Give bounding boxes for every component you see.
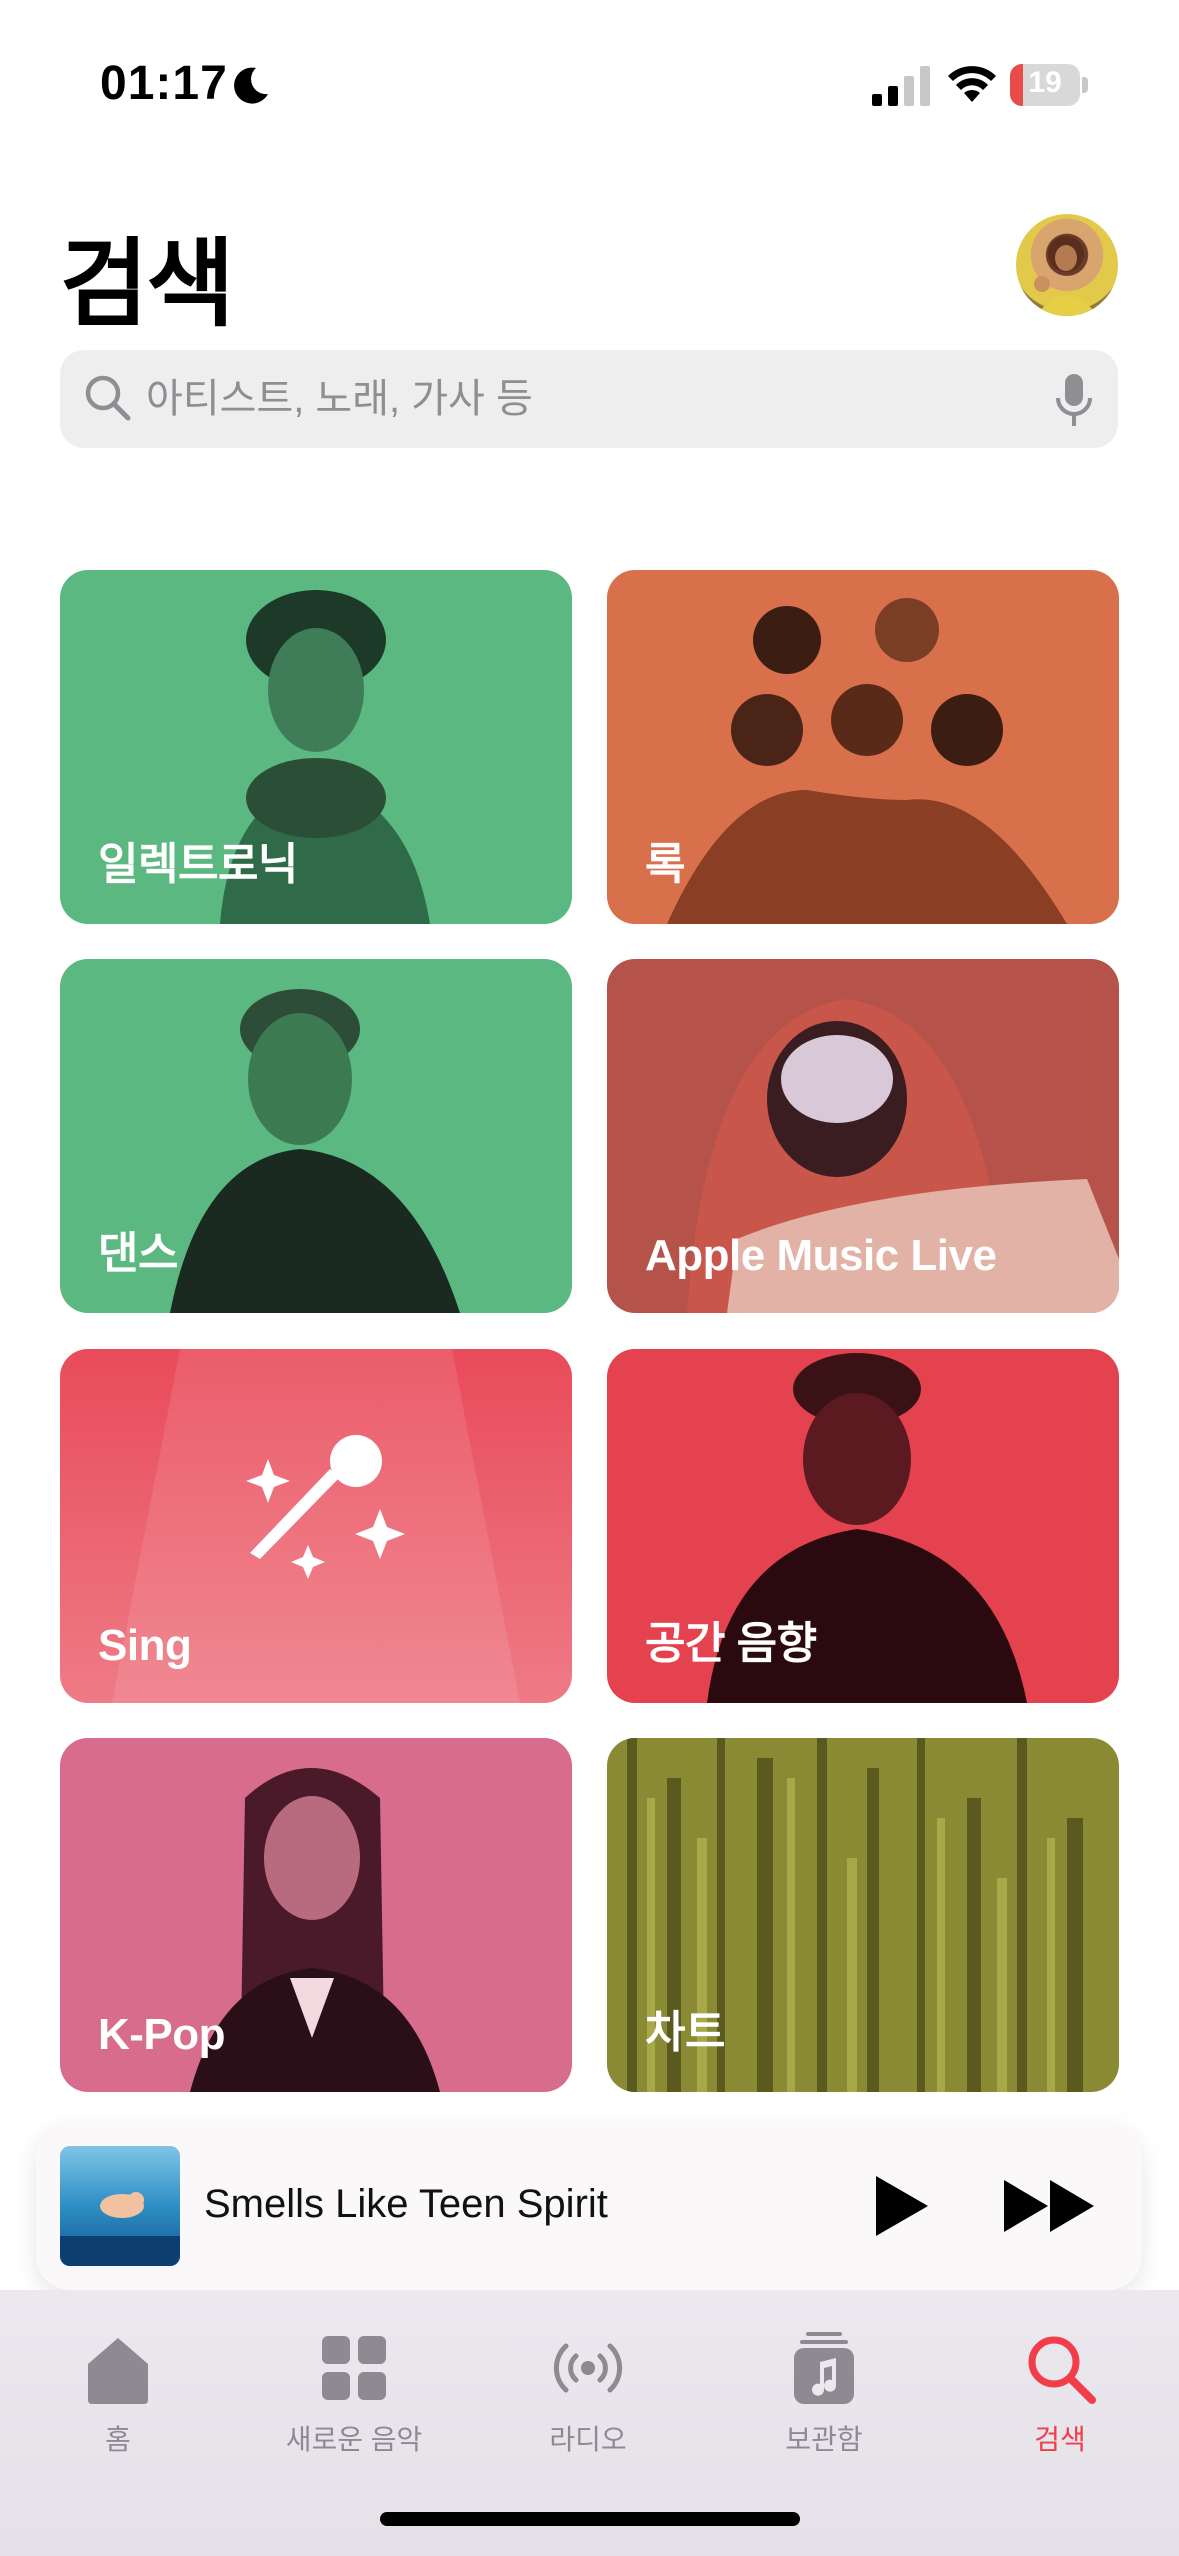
grid-icon (322, 2336, 386, 2400)
category-tile-apple-music-live[interactable]: Apple Music Live (607, 959, 1119, 1313)
category-tile-electronic[interactable]: 일렉트로닉 (60, 570, 572, 924)
page-title: 검색 (60, 231, 235, 338)
tile-label: 공간 음향 (645, 1619, 817, 1668)
category-tile-spatial-audio[interactable]: 공간 음향 (607, 1349, 1119, 1703)
tile-label: 차트 (645, 2008, 725, 2057)
tile-label: Apple Music Live (645, 1231, 997, 1280)
category-tile-rock[interactable]: 록 (607, 570, 1119, 924)
search-input[interactable] (146, 364, 1026, 434)
search-field[interactable] (60, 350, 1118, 448)
search-icon (85, 375, 131, 421)
battery-level: 19 (1028, 66, 1062, 99)
tile-label: Sing (98, 1621, 192, 1670)
cellular-signal-icon (872, 66, 930, 106)
category-tile-sing[interactable]: Sing (60, 1349, 572, 1703)
avatar[interactable] (1016, 214, 1118, 316)
tab-radio[interactable]: 라디오 (488, 2328, 688, 2458)
tab-label: 홈 (105, 2424, 131, 2455)
wifi-icon (948, 66, 996, 102)
mini-player[interactable]: Smells Like Teen Spirit (36, 2122, 1142, 2290)
library-icon (794, 2332, 854, 2404)
tile-label: 댄스 (98, 1229, 178, 1278)
tab-label: 라디오 (549, 2424, 627, 2455)
category-tile-kpop[interactable]: K-Pop (60, 1738, 572, 2092)
search-icon (1028, 2336, 1096, 2404)
radio-icon (553, 2343, 623, 2393)
tile-label: K-Pop (98, 2010, 226, 2059)
tile-label: 일렉트로닉 (98, 840, 298, 889)
home-indicator (380, 2512, 800, 2526)
fast-forward-icon[interactable] (1000, 2176, 1100, 2236)
album-cover (60, 2146, 180, 2266)
tab-search[interactable]: 검색 (960, 2328, 1160, 2458)
now-playing-title: Smells Like Teen Spirit (204, 2182, 608, 2226)
battery-indicator: 19 (1010, 64, 1088, 106)
microphone-icon[interactable] (1054, 372, 1094, 428)
play-icon[interactable] (866, 2172, 936, 2240)
category-tile-dance[interactable]: 댄스 (60, 959, 572, 1313)
moon-icon (234, 67, 268, 104)
tab-label: 검색 (1034, 2424, 1086, 2455)
tab-new-music[interactable]: 새로운 음악 (254, 2328, 454, 2458)
tile-label: 록 (645, 840, 685, 889)
home-icon (88, 2338, 148, 2404)
tab-home[interactable]: 홈 (18, 2328, 218, 2458)
tab-library[interactable]: 보관함 (724, 2328, 924, 2458)
tab-label: 보관함 (785, 2424, 863, 2455)
category-tile-charts[interactable]: 차트 (607, 1738, 1119, 2092)
status-bar: 01:17 19 (0, 0, 1179, 150)
tab-label: 새로운 음악 (285, 2424, 423, 2455)
status-time: 01:17 (100, 57, 228, 110)
